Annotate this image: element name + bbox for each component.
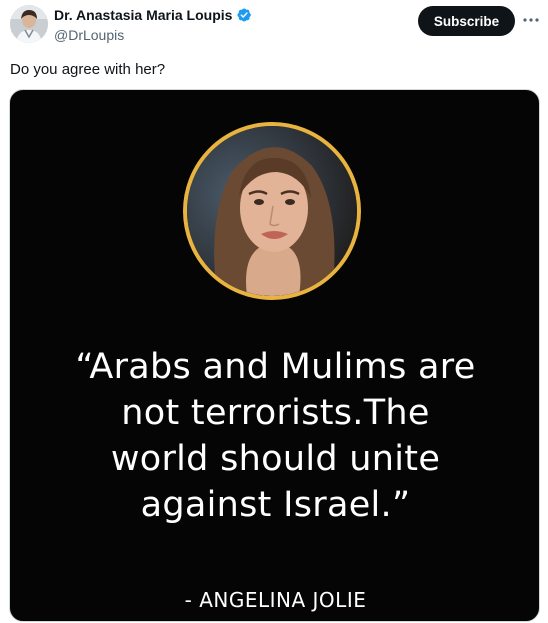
quote-attribution: - ANGELINA JOLIE	[184, 588, 367, 612]
tweet-text: Do you agree with her?	[10, 61, 166, 78]
quote-text: “Arabs and Mulims are not terrorists.The…	[10, 344, 539, 528]
verified-badge-icon	[236, 7, 252, 23]
tweet: Dr. Anastasia Maria Loupis @DrLoupis Sub…	[0, 0, 548, 623]
more-options-icon[interactable]	[520, 10, 542, 30]
portrait-photo	[183, 122, 361, 300]
subscribe-button[interactable]: Subscribe	[418, 6, 515, 36]
quote-line: world should unite	[110, 439, 441, 479]
author-avatar[interactable]	[10, 5, 48, 43]
author-handle[interactable]: @DrLoupis	[54, 27, 124, 43]
quote-line: not terrorists.The	[121, 393, 430, 433]
quote-line: against Israel.”	[140, 485, 411, 525]
quote-line: “Arabs and Mulims are	[75, 347, 476, 387]
author-name[interactable]: Dr. Anastasia Maria Loupis	[54, 7, 232, 23]
tweet-media-image[interactable]: “Arabs and Mulims are not terrorists.The…	[9, 89, 540, 622]
author-name-row: Dr. Anastasia Maria Loupis	[54, 7, 252, 23]
